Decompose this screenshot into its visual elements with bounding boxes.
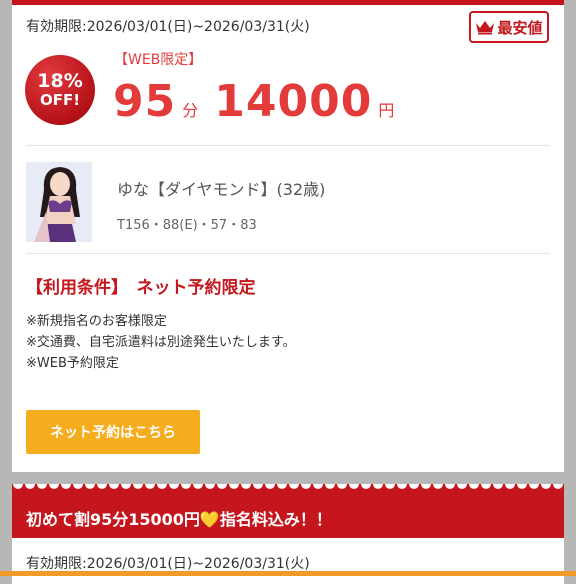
minutes-unit: 分 — [182, 101, 199, 120]
coupon-card: 有効期限:2026/03/01(日)~2026/03/31(火) 最安値 18%… — [12, 0, 564, 472]
girl-stats: T156・88(E)・57・83 — [117, 218, 257, 233]
price-line: 95 分 14000 円 — [113, 76, 394, 127]
girl-photo[interactable] — [26, 162, 92, 242]
girl-photo-image — [26, 162, 92, 242]
course-price: 14000 — [214, 76, 373, 127]
conditions-title: 【利用条件】 ネット予約限定 — [26, 278, 256, 298]
conditions-list: ※新規指名のお客様限定 ※交通費、自宅派遣料は別途発生いたします。 ※WEB予約… — [26, 311, 296, 374]
divider — [26, 145, 550, 146]
discount-off-label: OFF! — [39, 91, 81, 109]
discount-percent: 18% — [37, 70, 83, 92]
reserve-online-button[interactable]: ネット予約はこちら — [26, 410, 200, 454]
coupon-title-ribbon: 初めて割95分15000円💛指名料込み！！ — [12, 484, 564, 538]
validity-period: 有効期限:2026/03/01(日)~2026/03/31(火) — [26, 556, 310, 572]
condition-item: ※WEB予約限定 — [26, 356, 119, 371]
coupon-title: 初めて割95分15000円💛指名料込み！！ — [26, 510, 332, 529]
condition-item: ※新規指名のお客様限定 — [26, 314, 167, 329]
best-price-label: 最安値 — [497, 18, 543, 37]
divider — [26, 253, 550, 254]
girl-name[interactable]: ゆな【ダイヤモンド】(32歳) — [117, 176, 325, 200]
ribbon-scallop — [12, 484, 564, 494]
bottom-bar — [0, 571, 576, 576]
condition-item: ※交通費、自宅派遣料は別途発生いたします。 — [26, 335, 296, 350]
best-price-badge: 最安値 — [469, 11, 549, 43]
coupon-card-next: 初めて割95分15000円💛指名料込み！！ 有効期限:2026/03/01(日)… — [12, 484, 564, 584]
card-top-bar — [12, 0, 564, 5]
course-minutes: 95 — [113, 76, 177, 127]
price-unit: 円 — [378, 101, 395, 120]
web-limited-tag: 【WEB限定】 — [114, 52, 203, 68]
crown-icon — [476, 21, 495, 35]
discount-circle: 18% OFF! — [25, 55, 95, 125]
validity-period: 有効期限:2026/03/01(日)~2026/03/31(火) — [26, 19, 310, 35]
